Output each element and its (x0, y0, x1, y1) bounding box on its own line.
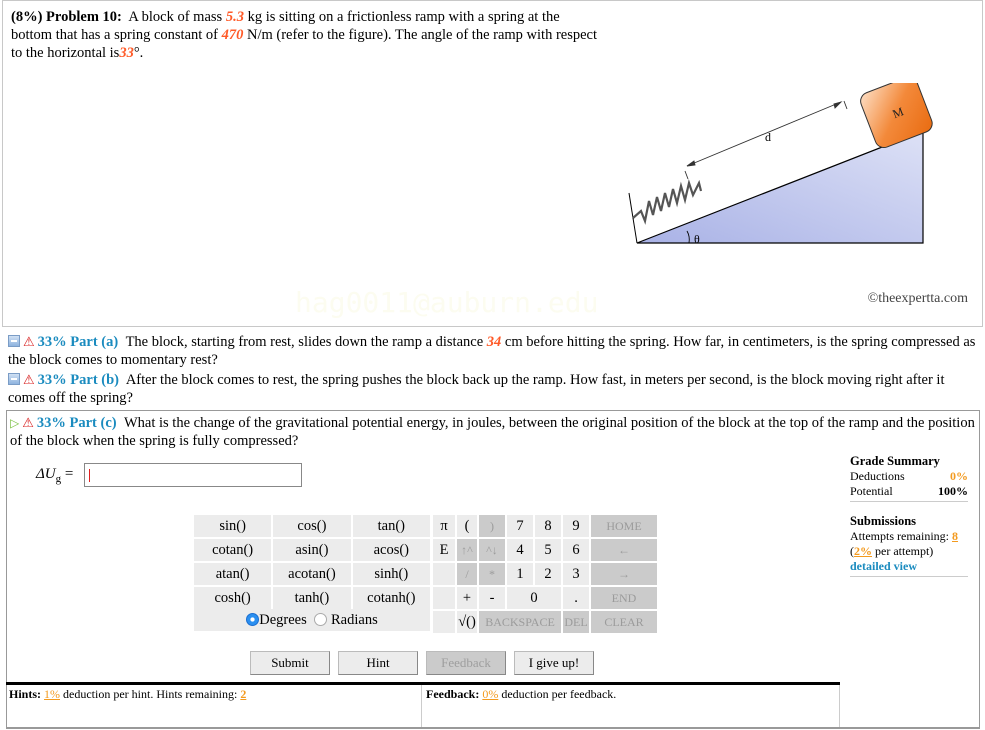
key-pi[interactable]: π (431, 513, 457, 539)
key-divide[interactable]: / (455, 561, 479, 587)
key-5[interactable]: 5 (533, 537, 563, 563)
key-6[interactable]: 6 (561, 537, 591, 563)
radians-radio[interactable] (314, 613, 328, 626)
potential-value: 100% (938, 484, 968, 498)
key-right-arrow[interactable]: → (589, 561, 659, 587)
key-multiply[interactable]: * (477, 561, 507, 587)
key-7[interactable]: 7 (505, 513, 535, 539)
problem-statement-panel: (8%) Problem 10: A block of mass 5.3 kg … (2, 0, 983, 327)
key-down[interactable]: ^↓ (477, 537, 507, 563)
key-8[interactable]: 8 (533, 513, 563, 539)
collapse-icon[interactable] (8, 373, 20, 385)
key-2[interactable]: 2 (533, 561, 563, 587)
problem-title: Problem 10: (46, 9, 122, 25)
key-asin[interactable]: asin() (271, 537, 353, 563)
part-c-label: 33% Part (c) (36, 415, 117, 431)
key-1[interactable]: 1 (505, 561, 535, 587)
warning-icon: ⚠ (23, 372, 35, 387)
answer-input[interactable] (84, 463, 302, 487)
key-atan[interactable]: atan() (191, 561, 274, 587)
key-open-paren[interactable]: ( (455, 513, 479, 539)
hints-panel: Hints: 1% deduction per hint. Hints rema… (6, 685, 422, 728)
key-acotan[interactable]: acotan() (271, 561, 353, 587)
expand-arrow-icon[interactable]: ▷ (10, 416, 19, 430)
key-minus[interactable]: - (477, 585, 507, 611)
part-b: ⚠ 33% Part (b) After the block comes to r… (8, 372, 945, 406)
distance-label: d (765, 130, 771, 144)
key-clear[interactable]: CLEAR (589, 609, 659, 635)
key-0[interactable]: 0 (505, 585, 563, 611)
text-caret (89, 469, 90, 482)
key-e[interactable]: E (431, 537, 457, 563)
problem-text: (8%) Problem 10: A block of mass 5.3 kg … (11, 9, 598, 61)
give-up-button[interactable]: I give up! (514, 651, 594, 675)
submit-button[interactable]: Submit (250, 651, 330, 675)
part-b-label: 33% Part (b) (37, 372, 119, 388)
submissions-title: Submissions (850, 514, 917, 528)
attempts-value: 8 (951, 529, 958, 543)
collapse-icon[interactable] (8, 335, 20, 347)
answer-label: ΔUg = (36, 466, 74, 485)
key-close-paren[interactable]: ) (477, 513, 507, 539)
feedback-button[interactable]: Feedback (426, 651, 506, 675)
angle-mode: Degrees Radians (192, 609, 432, 633)
given-spring-constant: 470 (221, 27, 244, 43)
watermark: hag0011@auburn.edu (295, 286, 599, 319)
key-end[interactable]: END (589, 585, 659, 611)
detailed-view-link[interactable]: detailed view (850, 559, 968, 574)
key-home[interactable]: HOME (589, 513, 659, 539)
potential-row: Potential 100% (850, 484, 968, 498)
warning-icon: ⚠ (23, 334, 35, 349)
key-sin[interactable]: sin() (191, 513, 274, 539)
given-mass: 5.3 (225, 9, 244, 25)
angle-label: θ (694, 232, 700, 246)
feedback-panel: Feedback: 0% deduction per feedback. (422, 685, 840, 728)
key-acos[interactable]: acos() (350, 537, 433, 563)
numeric-keypad: π ( ) 7 8 9 HOME E ↑^ ^↓ 4 5 6 ← / * 1 2… (431, 513, 659, 635)
key-cos[interactable]: cos() (271, 513, 353, 539)
key-tan[interactable]: tan() (350, 513, 433, 539)
warning-icon: ⚠ (22, 415, 34, 430)
hint-deduction: 1% (44, 687, 61, 701)
key-cotan[interactable]: cotan() (191, 537, 274, 563)
key-9[interactable]: 9 (561, 513, 591, 539)
key-3[interactable]: 3 (561, 561, 591, 587)
function-keypad: sin() cos() tan() cotan() asin() acos() … (191, 513, 433, 611)
attempts-remaining: Attempts remaining: 8 (850, 529, 958, 543)
key-backspace[interactable]: BACKSPACE (477, 609, 563, 635)
grade-summary-title: Grade Summary (850, 454, 940, 468)
feedback-deduction: 0% (482, 687, 499, 701)
copyright: ©theexpertta.com (867, 291, 968, 306)
part-a-label: 33% Part (a) (37, 334, 119, 350)
degrees-radio[interactable] (246, 613, 260, 626)
ramp-figure: M d θ (628, 83, 933, 246)
spring (632, 178, 703, 225)
deductions-row: Deductions 0% (850, 469, 968, 483)
hints-remaining: 2 (240, 687, 247, 701)
given-distance: 34 (486, 334, 502, 350)
problem-weight: (8%) (11, 9, 43, 25)
key-sqrt[interactable]: √() (455, 609, 479, 635)
given-angle: 33 (119, 45, 134, 61)
per-attempt: (2% per attempt) (850, 544, 934, 558)
key-sinh[interactable]: sinh() (350, 561, 433, 587)
key-del[interactable]: DEL (561, 609, 591, 635)
deductions-value: 0% (950, 469, 968, 483)
grade-sidebar: Grade Summary Deductions 0% Potential 10… (850, 454, 968, 589)
hint-button[interactable]: Hint (338, 651, 418, 675)
key-plus[interactable]: + (455, 585, 479, 611)
key-dot[interactable]: . (561, 585, 591, 611)
key-up[interactable]: ↑^ (455, 537, 479, 563)
key-tanh[interactable]: tanh() (271, 585, 353, 611)
part-a: ⚠ 33% Part (a) The block, starting from r… (8, 334, 976, 368)
key-4[interactable]: 4 (505, 537, 535, 563)
key-left-arrow[interactable]: ← (589, 537, 659, 563)
key-cosh[interactable]: cosh() (191, 585, 274, 611)
key-cotanh[interactable]: cotanh() (350, 585, 433, 611)
